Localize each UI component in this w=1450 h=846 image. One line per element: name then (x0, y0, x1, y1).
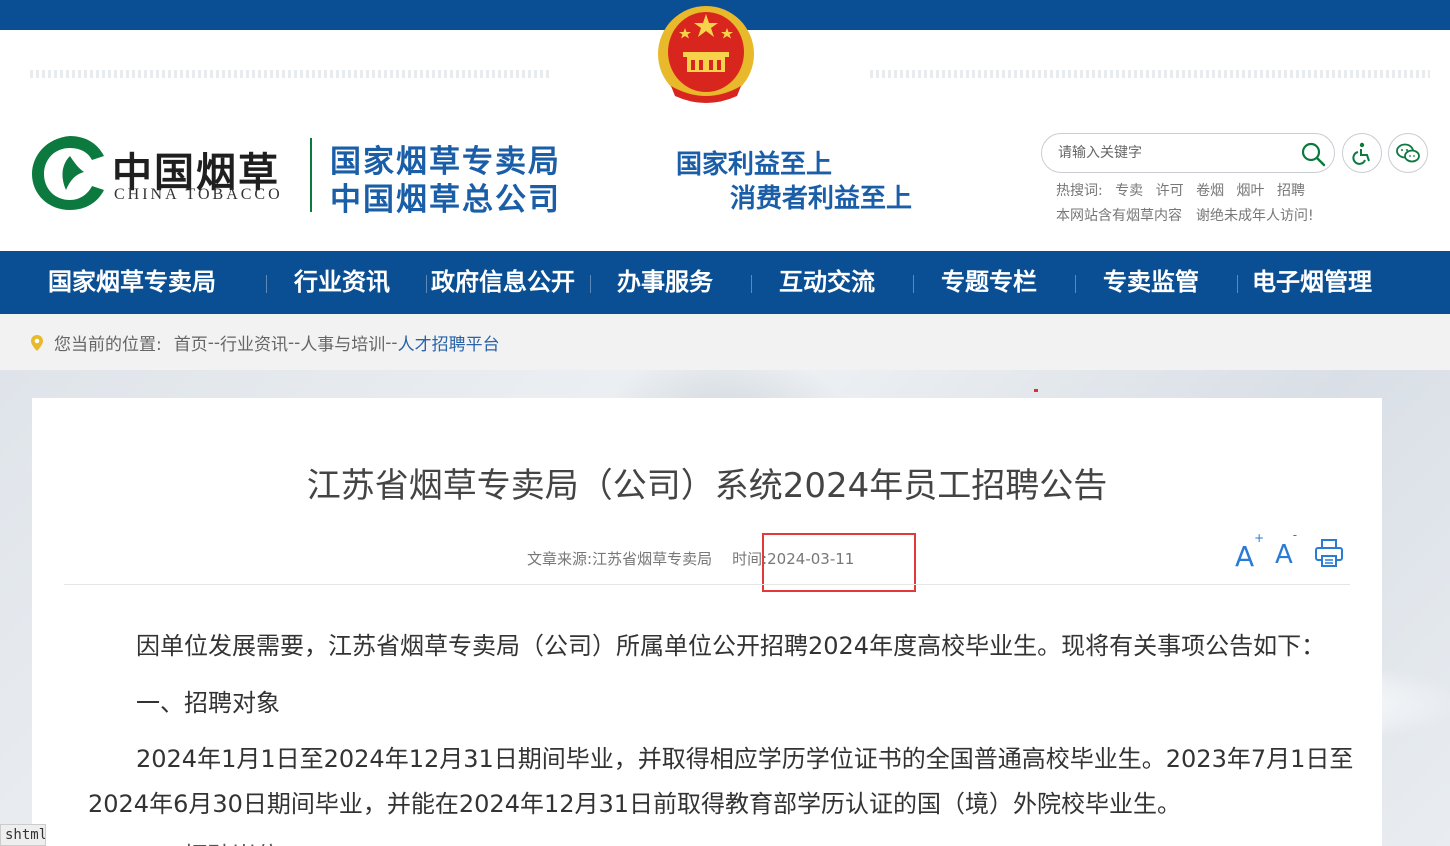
nav-item-tobacco-bureau[interactable]: 国家烟草专卖局 (48, 251, 216, 314)
nav-divider (1075, 275, 1076, 293)
nav-item-interaction[interactable]: 互动交流 (779, 251, 875, 314)
nav-item-regulation[interactable]: 专卖监管 (1103, 251, 1199, 314)
nav-item-services[interactable]: 办事服务 (617, 251, 713, 314)
status-tag: shtml (0, 824, 46, 846)
red-dot-mark (1034, 389, 1038, 392)
article-panel: 江苏省烟草专卖局（公司）系统2024年员工招聘公告 文章来源:江苏省烟草专卖局时… (32, 398, 1382, 846)
notice-part-2: 谢绝未成年人访问! (1196, 208, 1314, 224)
article-divider (64, 584, 1350, 585)
minor-warning-notice: 本网站含有烟草内容 谢绝未成年人访问! (1056, 205, 1314, 225)
search-icon[interactable] (1300, 141, 1326, 167)
breadcrumb-separator: -- (385, 332, 398, 353)
hot-word-link[interactable]: 烟叶 (1237, 183, 1265, 199)
article-section-heading: 一、招聘对象 (136, 689, 280, 717)
nav-divider (590, 275, 591, 293)
hot-word-link[interactable]: 许可 (1156, 183, 1184, 199)
font-decrease-label: A (1275, 540, 1293, 570)
article-section-heading: 二、招聘岗位 (136, 836, 280, 846)
location-pin-icon (31, 334, 43, 351)
nav-item-gov-info[interactable]: 政府信息公开 (431, 251, 575, 314)
nav-item-topics[interactable]: 专题专栏 (941, 251, 1037, 314)
wechat-icon (1396, 143, 1420, 163)
breadcrumb-separator: -- (288, 332, 301, 353)
logo-english-name: CHINA TOBACCO (114, 186, 283, 203)
accessibility-icon (1352, 142, 1370, 165)
slogan-line-1: 国家利益至上 (676, 150, 833, 180)
wechat-button[interactable] (1388, 133, 1428, 173)
logo-org-name-2: 中国烟草总公司 (330, 182, 561, 218)
plus-icon: + (1254, 530, 1265, 545)
minus-icon: - (1292, 528, 1298, 543)
article-paragraph: 因单位发展需要，江苏省烟草专卖局（公司）所属单位公开招聘2024年度高校毕业生。… (136, 632, 1326, 660)
font-decrease-button[interactable]: A- (1275, 528, 1297, 570)
site-header: 中国烟草 CHINA TOBACCO 国家烟草专卖局 中国烟草总公司 国家利益至… (0, 104, 1450, 251)
accessibility-button[interactable] (1342, 133, 1382, 173)
breadcrumb-current[interactable]: 人才招聘平台 (398, 330, 500, 355)
hot-search-label: 热搜词: (1056, 183, 1103, 199)
national-emblem-icon (658, 6, 754, 103)
main-navigation: 国家烟草专卖局 行业资讯 政府信息公开 办事服务 互动交流 专题专栏 专卖监管 … (0, 251, 1450, 314)
breadcrumb-bar: 您当前的位置: 首页 -- 行业资讯 -- 人事与培训 -- 人才招聘平台 (0, 314, 1450, 370)
nav-divider (266, 275, 267, 293)
search-box (1041, 133, 1335, 173)
header-decoration-right (870, 70, 1430, 78)
source-label: 文章来源: (527, 550, 593, 568)
breadcrumb-hr-training[interactable]: 人事与培训 (300, 330, 385, 355)
nav-item-e-cigarette[interactable]: 电子烟管理 (1252, 251, 1372, 314)
article-paragraph: 2024年6月30日期间毕业，并能在2024年12月31日前取得教育部学历认证的… (88, 790, 1182, 818)
breadcrumb: 您当前的位置: 首页 -- 行业资讯 -- 人事与培训 -- 人才招聘平台 (30, 330, 500, 355)
article-paragraph: 2024年1月1日至2024年12月31日期间毕业，并取得相应学历学位证书的全国… (136, 745, 1354, 773)
breadcrumb-separator: -- (207, 332, 221, 353)
article-source: 江苏省烟草专卖局 (592, 550, 713, 568)
hot-word-link[interactable]: 卷烟 (1196, 183, 1224, 199)
notice-part-1: 本网站含有烟草内容 (1056, 208, 1182, 224)
hot-search-words: 热搜词: 专卖 许可 卷烟 烟叶 招聘 (1056, 180, 1313, 200)
nav-item-industry-news[interactable]: 行业资讯 (294, 251, 390, 314)
breadcrumb-industry-news[interactable]: 行业资讯 (220, 330, 288, 355)
breadcrumb-label: 您当前的位置: (54, 335, 162, 355)
hot-word-link[interactable]: 招聘 (1277, 183, 1305, 199)
nav-divider (1237, 275, 1238, 293)
search-input[interactable] (1058, 142, 1298, 164)
header-decoration-left (30, 70, 550, 78)
hot-word-link[interactable]: 专卖 (1115, 183, 1143, 199)
article-title: 江苏省烟草专卖局（公司）系统2024年员工招聘公告 (306, 466, 1108, 506)
logo-divider (310, 138, 312, 212)
nav-divider (426, 275, 427, 293)
site-logo[interactable]: 中国烟草 CHINA TOBACCO 国家烟草专卖局 中国烟草总公司 (32, 134, 572, 218)
breadcrumb-home[interactable]: 首页 (174, 330, 208, 355)
print-icon[interactable] (1314, 538, 1344, 568)
slogan-line-2: 消费者利益至上 (730, 184, 913, 214)
font-increase-button[interactable]: A+ (1235, 531, 1264, 573)
nav-divider (751, 275, 752, 293)
tobacco-leaf-logo-icon (32, 136, 104, 210)
font-increase-label: A (1235, 540, 1255, 573)
nav-divider (913, 275, 914, 293)
